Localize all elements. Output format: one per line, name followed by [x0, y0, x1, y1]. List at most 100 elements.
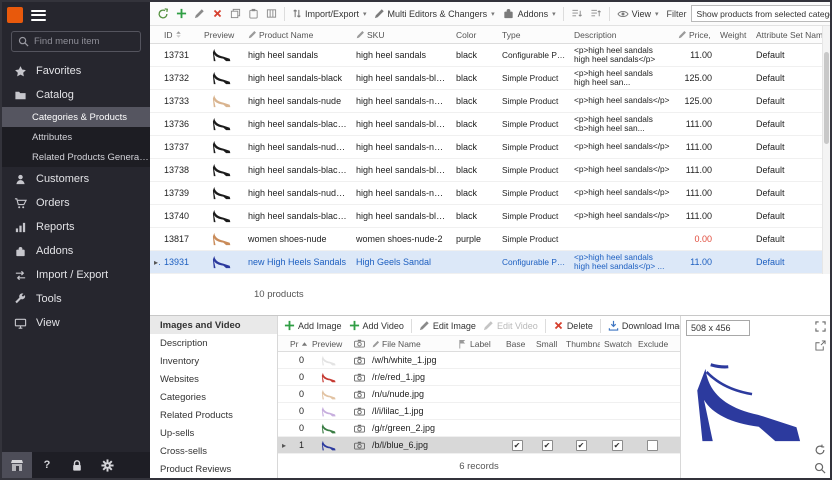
product-row[interactable]: 13737high heel sandals-nude-36high heel … [150, 136, 830, 159]
sidebar-item-related-products-generator[interactable]: Related Products Generator [2, 147, 150, 167]
gear-button[interactable] [92, 452, 122, 478]
sidebar-item-reports[interactable]: Reports [2, 215, 150, 239]
base-checkbox[interactable] [512, 440, 523, 451]
column-header-thumbnail[interactable]: Thumbna [562, 339, 600, 349]
edit-video-button[interactable]: Edit Video [480, 318, 541, 333]
image-row[interactable]: 0/g/r/green_2.jpg [278, 420, 680, 437]
product-row[interactable]: 13732high heel sandals-blackhigh heel sa… [150, 67, 830, 90]
add-video-button[interactable]: Add Video [346, 318, 407, 333]
tab-related-products[interactable]: Related Products [150, 406, 277, 424]
rotate-icon[interactable] [814, 444, 826, 456]
column-header-flag[interactable] [454, 339, 466, 349]
image-row[interactable]: 0/n/u/nude.jpg [278, 386, 680, 403]
store-button[interactable] [2, 452, 32, 478]
column-header-description[interactable]: Description [570, 30, 674, 40]
delete-button[interactable]: Delete [550, 318, 596, 333]
product-row[interactable]: 13740high heel sandals-black-38high heel… [150, 205, 830, 228]
column-header-sku[interactable]: SKU [352, 30, 452, 40]
tab-websites[interactable]: Websites [150, 370, 277, 388]
product-row[interactable]: 13736high heel sandals-black-36high heel… [150, 113, 830, 136]
product-row[interactable]: 13739high heel sandals-nude-37high heel … [150, 182, 830, 205]
download-image-button[interactable]: Download Image [605, 318, 680, 333]
menu-toggle-button[interactable] [31, 7, 46, 23]
rows-up-button[interactable] [587, 6, 605, 21]
image-row[interactable]: 0/l/i/lilac_1.jpg [278, 403, 680, 420]
tab-categories[interactable]: Categories [150, 388, 277, 406]
column-header-base[interactable]: Base [502, 339, 532, 349]
image-row[interactable]: ▸1/b/l/blue_6.jpg [278, 437, 680, 454]
product-row[interactable]: 13738high heel sandals-black-37high heel… [150, 159, 830, 182]
cell-price: 111.00 [674, 211, 716, 221]
product-row[interactable]: ▸13931new High Heels SandalsHigh Geels S… [150, 251, 830, 274]
resize-dimensions-input[interactable] [686, 320, 750, 336]
tab-images-and-video[interactable]: Images and Video [150, 316, 277, 334]
sidebar-item-customers[interactable]: Customers [2, 167, 150, 191]
refresh-button[interactable] [154, 6, 172, 22]
column-header-file-name[interactable]: File Name [368, 339, 454, 349]
cell-position: 0 [286, 372, 308, 382]
camera-icon [354, 373, 365, 382]
zoom-icon[interactable] [814, 462, 826, 474]
toolbar-menu-multi-editors-changers[interactable]: Multi Editors & Changers▾ [371, 6, 498, 21]
column-header-exclude[interactable]: Exclude [634, 339, 670, 349]
copy-button[interactable] [227, 6, 244, 21]
edit-image-button[interactable]: Edit Image [416, 318, 479, 333]
sidebar-item-catalog[interactable]: Catalog [2, 83, 150, 107]
product-row[interactable]: 13731high heel sandalshigh heel sandalsb… [150, 44, 830, 67]
tab-up-sells[interactable]: Up-sells [150, 424, 277, 442]
sidebar-item-import-export[interactable]: Import / Export [2, 263, 150, 287]
toolbar-menu-view[interactable]: View▾ [614, 7, 662, 21]
search-input[interactable] [34, 36, 134, 47]
sidebar-item-favorites[interactable]: Favorites [2, 59, 150, 83]
columns-button[interactable] [263, 6, 280, 21]
vertical-scrollbar[interactable] [822, 26, 830, 274]
sidebar-item-orders[interactable]: Orders [2, 191, 150, 215]
tab-cross-sells[interactable]: Cross-sells [150, 442, 277, 460]
image-row[interactable]: 0/w/h/white_1.jpg [278, 352, 680, 369]
help-button[interactable]: ? [32, 452, 62, 478]
edit-product-button[interactable] [191, 6, 208, 21]
thumbnail-checkbox[interactable] [576, 440, 587, 451]
product-row[interactable]: 13733high heel sandals-nudehigh heel san… [150, 90, 830, 113]
sidebar-item-attributes[interactable]: Attributes [2, 127, 150, 147]
scrollbar-thumb[interactable] [824, 52, 829, 144]
delete-product-button[interactable] [209, 6, 226, 21]
tab-inventory[interactable]: Inventory [150, 352, 277, 370]
column-header-product-name[interactable]: Product Name [244, 30, 352, 40]
column-header-position[interactable]: Pr [286, 339, 308, 349]
sidebar-item-view[interactable]: View [2, 311, 150, 335]
toolbar-menu-import-export[interactable]: Import/Export▾ [289, 6, 370, 21]
sidebar-item-tools[interactable]: Tools [2, 287, 150, 311]
column-header-camera[interactable] [350, 339, 368, 348]
column-header-weight[interactable]: Weight [716, 30, 752, 40]
column-header-type[interactable]: Type [498, 30, 570, 40]
cell-description: <p>high heel sandals</p> [570, 188, 674, 198]
fullscreen-icon[interactable] [815, 321, 826, 332]
products-filter-select[interactable]: Show products from selected categories▾ [691, 5, 830, 22]
column-header-id[interactable]: ID [160, 30, 200, 40]
open-external-icon[interactable] [815, 340, 826, 351]
column-header-color[interactable]: Color [452, 30, 498, 40]
image-row[interactable]: 0/r/e/red_1.jpg [278, 369, 680, 386]
column-header-preview[interactable]: Preview [308, 339, 350, 349]
lock-button[interactable] [62, 452, 92, 478]
column-header-attribute-set[interactable]: Attribute Set Name [752, 30, 822, 40]
tab-product-reviews[interactable]: Product Reviews [150, 460, 277, 478]
column-header-price[interactable]: Price, [674, 30, 716, 40]
sidebar-item-addons[interactable]: Addons [2, 239, 150, 263]
exclude-checkbox[interactable] [647, 440, 658, 451]
small-checkbox[interactable] [542, 440, 553, 451]
add-product-button[interactable] [173, 6, 190, 21]
product-row[interactable]: 13817women shoes-nudewomen shoes-nude-2p… [150, 228, 830, 251]
column-header-label[interactable]: Label [466, 339, 502, 349]
sidebar-item-categories-products[interactable]: Categories & Products [2, 107, 150, 127]
paste-button[interactable] [245, 6, 262, 21]
column-header-preview[interactable]: Preview [200, 30, 244, 40]
add-image-button[interactable]: Add Image [281, 318, 345, 333]
toolbar-menu-addons[interactable]: Addons▾ [499, 5, 559, 22]
tab-description[interactable]: Description [150, 334, 277, 352]
swatch-checkbox[interactable] [612, 440, 623, 451]
column-header-small[interactable]: Small [532, 339, 562, 349]
column-header-swatch[interactable]: Swatch [600, 339, 634, 349]
rows-down-button[interactable] [568, 6, 586, 21]
